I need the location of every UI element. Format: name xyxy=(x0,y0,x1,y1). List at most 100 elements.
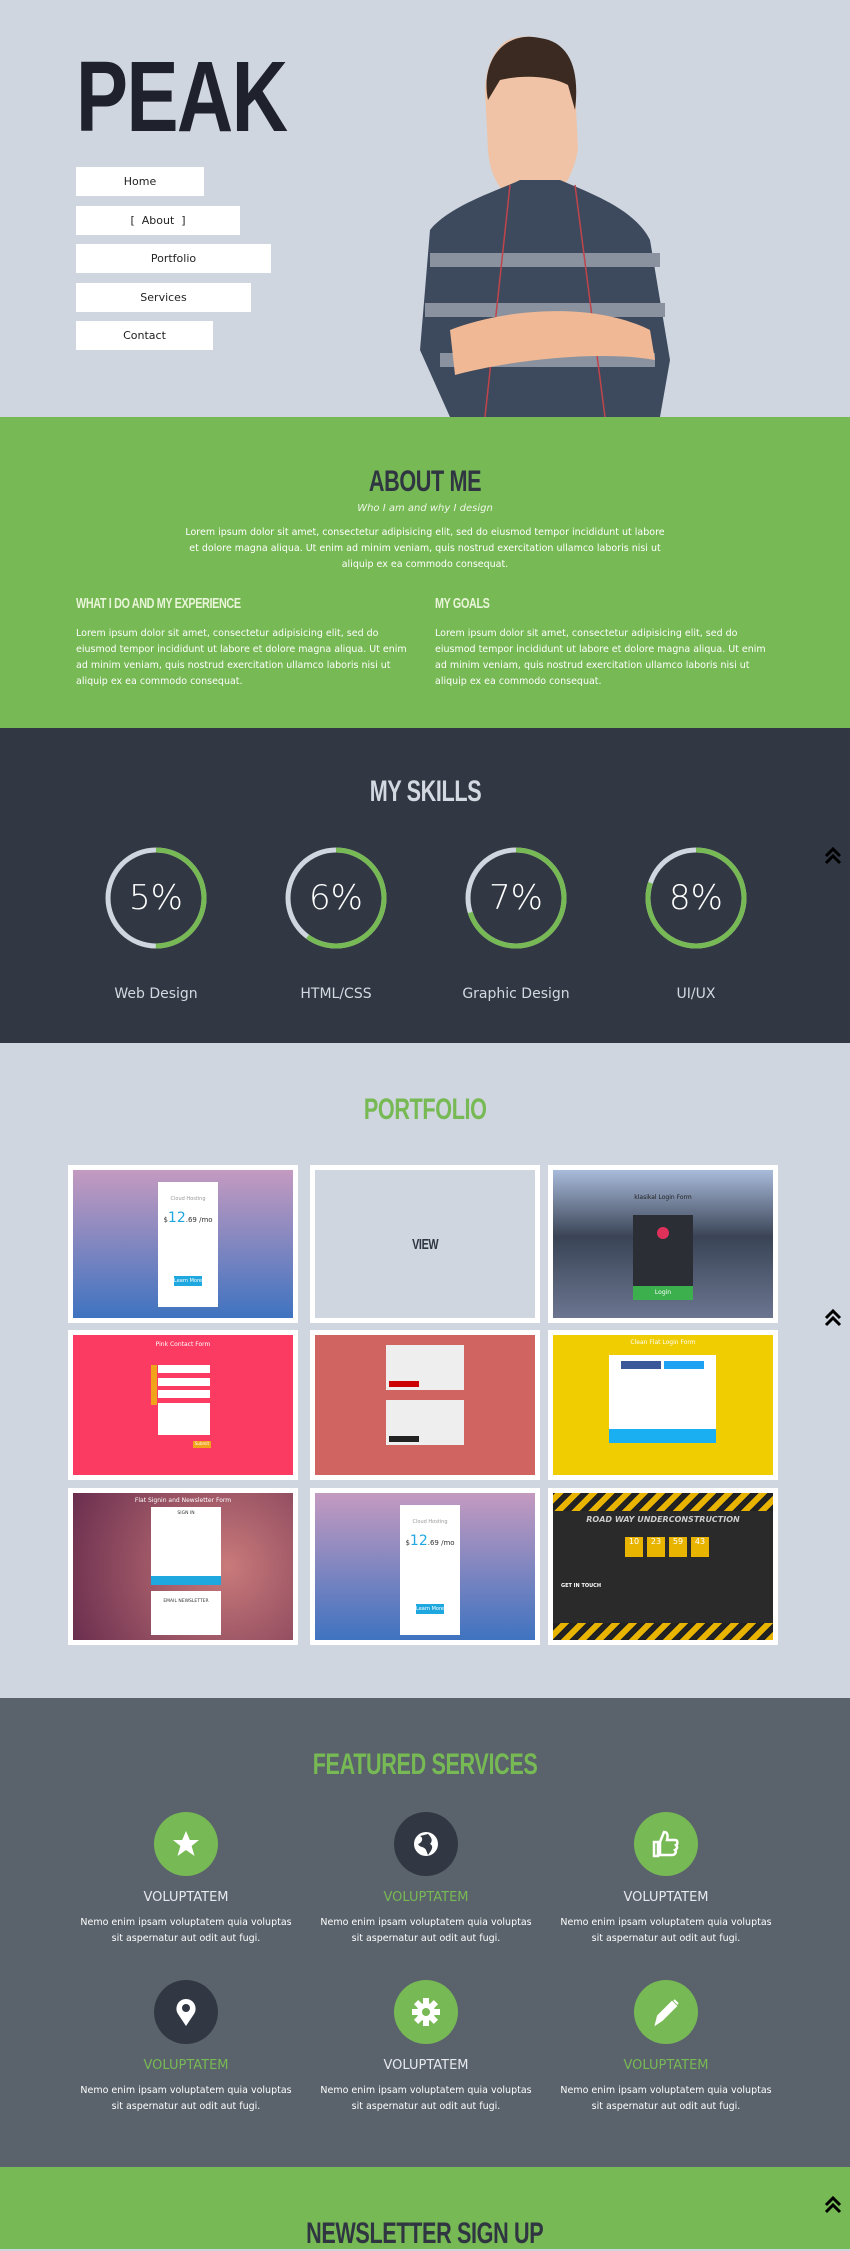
countdown: 10 23 59 43 xyxy=(625,1537,709,1557)
goals-text: Lorem ipsum dolor sit amet, consectetur … xyxy=(435,628,766,687)
thumbs-up-icon xyxy=(652,1830,679,1858)
newsletter-title: NEWSLETTER SIGN UP xyxy=(306,2217,544,2250)
portfolio-item-login-form[interactable]: klasikal Login Form Login xyxy=(548,1165,778,1323)
scroll-top-icon[interactable] xyxy=(824,2195,842,2215)
service-item: VOLUPTATEM Nemo enim ipsam voluptatem qu… xyxy=(76,1980,296,2115)
service-item: VOLUPTATEM Nemo enim ipsam voluptatem qu… xyxy=(556,1812,776,1947)
countdown-minutes: 59 xyxy=(669,1537,687,1557)
skill-item: 6% HTML/CSS xyxy=(276,846,396,1002)
portfolio-item-newsletter-form[interactable] xyxy=(310,1330,540,1480)
thumb-title: Pink Contact Form xyxy=(155,1341,211,1348)
thumb-text: SIGN IN xyxy=(177,1511,195,1516)
nav-contact[interactable]: Contact xyxy=(76,321,213,350)
thumb-button: Login xyxy=(633,1286,693,1300)
skill-item: 7% Graphic Design xyxy=(456,846,576,1002)
service-title: VOLUPTATEM xyxy=(383,1890,469,1905)
portfolio-item-under-construction[interactable]: ROAD WAY UNDERCONSTRUCTION 10 23 59 43 G… xyxy=(548,1488,778,1645)
skills-section: MY SKILLS 5% Web Design 6% HTML/CSS 7% G… xyxy=(0,728,850,1043)
skill-label: HTML/CSS xyxy=(300,986,372,1002)
thumb-title: Clean Flat Login Form xyxy=(630,1339,696,1346)
about-intro: Lorem ipsum dolor sit amet, consectetur … xyxy=(185,527,665,570)
goals-heading: MY GOALS xyxy=(435,595,490,612)
thumb-title: ROAD WAY UNDERCONSTRUCTION xyxy=(586,1515,740,1524)
experience-heading: WHAT I DO AND MY EXPERIENCE xyxy=(76,595,241,612)
skill-value: 7% xyxy=(489,878,543,918)
service-title: VOLUPTATEM xyxy=(623,1890,709,1905)
skill-value: 8% xyxy=(669,878,723,918)
price-suffix: .69 /mo xyxy=(427,1539,455,1547)
map-pin-icon xyxy=(176,1999,196,2026)
skills-title: MY SKILLS xyxy=(369,775,481,808)
portfolio-item-flat-signin[interactable]: Flat Signin and Newsletter Form SIGN IN … xyxy=(68,1488,298,1645)
service-title: VOLUPTATEM xyxy=(143,1890,229,1905)
service-item: VOLUPTATEM Nemo enim ipsam voluptatem qu… xyxy=(556,1980,776,2115)
countdown-seconds: 43 xyxy=(691,1537,709,1557)
skill-item: 5% Web Design xyxy=(96,846,216,1002)
price-suffix: .69 /mo xyxy=(185,1216,213,1224)
thumb-title: Cloud Hosting xyxy=(412,1519,448,1525)
newsletter-section: NEWSLETTER SIGN UP xyxy=(0,2167,850,2250)
profile-photo xyxy=(420,36,670,417)
service-title: VOLUPTATEM xyxy=(383,2058,469,2073)
service-icon-circle xyxy=(634,1812,698,1876)
service-text: Nemo enim ipsam voluptatem quia voluptas… xyxy=(80,2085,292,2112)
skill-value: 5% xyxy=(129,878,183,918)
service-item: VOLUPTATEM Nemo enim ipsam voluptatem qu… xyxy=(76,1812,296,1947)
nav-home[interactable]: Home xyxy=(76,167,204,196)
service-icon-circle xyxy=(154,1812,218,1876)
service-title: VOLUPTATEM xyxy=(623,2058,709,2073)
service-icon-circle xyxy=(394,1812,458,1876)
star-icon xyxy=(173,1831,199,1856)
about-section: ABOUT ME Who I am and why I design Lorem… xyxy=(0,417,850,728)
service-icon-circle xyxy=(634,1980,698,2044)
portfolio-item-cloud-hosting[interactable]: Cloud Hosting $12.69 /mo Learn More xyxy=(68,1165,298,1323)
price: 12 xyxy=(409,1533,428,1549)
portfolio-item-clean-login[interactable]: Clean Flat Login Form xyxy=(548,1330,778,1480)
thumb-title: Flat Signin and Newsletter Form xyxy=(134,1497,232,1504)
hero-section: PEAK Home [ About ] Portfolio Services C… xyxy=(0,0,850,417)
portfolio-item-pink-contact[interactable]: Pink Contact Form Submit xyxy=(68,1330,298,1480)
service-title: VOLUPTATEM xyxy=(143,2058,229,2073)
about-subtitle: Who I am and why I design xyxy=(357,503,493,514)
portfolio-title: PORTFOLIO xyxy=(363,1093,487,1126)
service-text: Nemo enim ipsam voluptatem quia voluptas… xyxy=(320,2085,532,2112)
service-text: Nemo enim ipsam voluptatem quia voluptas… xyxy=(560,2085,772,2112)
thumb-button: Learn More xyxy=(416,1604,444,1614)
skill-value: 6% xyxy=(309,878,363,918)
scroll-top-icon[interactable] xyxy=(824,846,842,866)
nav-portfolio[interactable]: Portfolio xyxy=(76,244,271,273)
thumb-text: GET IN TOUCH xyxy=(561,1583,602,1589)
service-icon-circle xyxy=(394,1980,458,2044)
thumb-button: Submit xyxy=(193,1441,211,1448)
thumb-button: Learn More xyxy=(174,1276,202,1286)
service-text: Nemo enim ipsam voluptatem quia voluptas… xyxy=(560,1917,772,1944)
about-title: ABOUT ME xyxy=(368,465,482,498)
thumb-title: klasikal Login Form xyxy=(634,1194,692,1201)
skill-label: Graphic Design xyxy=(462,986,570,1002)
price: 12 xyxy=(167,1210,186,1226)
skill-label: Web Design xyxy=(114,986,198,1002)
pencil-icon xyxy=(654,1999,679,2027)
service-text: Nemo enim ipsam voluptatem quia voluptas… xyxy=(80,1917,292,1944)
gear-icon xyxy=(412,1998,440,2026)
service-item: VOLUPTATEM Nemo enim ipsam voluptatem qu… xyxy=(316,1812,536,1947)
view-label: VIEW xyxy=(411,1235,439,1253)
countdown-hours: 23 xyxy=(647,1537,665,1557)
site-logo: PEAK xyxy=(76,41,288,153)
portfolio-item-view[interactable]: VIEW xyxy=(310,1165,540,1323)
skill-item: 8% UI/UX xyxy=(636,846,756,1002)
services-title: FEATURED SERVICES xyxy=(312,1748,538,1781)
skill-label: UI/UX xyxy=(676,986,716,1002)
scroll-top-icon[interactable] xyxy=(824,1308,842,1328)
services-section: FEATURED SERVICES VOLUPTATEM Nemo enim i… xyxy=(0,1698,850,2167)
thumb-title: Cloud Hosting xyxy=(170,1196,206,1202)
portfolio-section: PORTFOLIO Cloud Hosting $12.69 /mo Learn… xyxy=(0,1043,850,1698)
service-text: Nemo enim ipsam voluptatem quia voluptas… xyxy=(320,1917,532,1944)
nav-services[interactable]: Services xyxy=(76,283,251,312)
service-icon-circle xyxy=(154,1980,218,2044)
experience-text: Lorem ipsum dolor sit amet, consectetur … xyxy=(76,628,407,687)
thumb-text: EMAIL NEWSLETTER xyxy=(151,1591,221,1635)
countdown-days: 10 xyxy=(625,1537,643,1557)
portfolio-item-cloud-hosting-2[interactable]: Cloud Hosting $12.69 /mo Learn More xyxy=(310,1488,540,1645)
nav-about[interactable]: [ About ] xyxy=(76,206,240,235)
